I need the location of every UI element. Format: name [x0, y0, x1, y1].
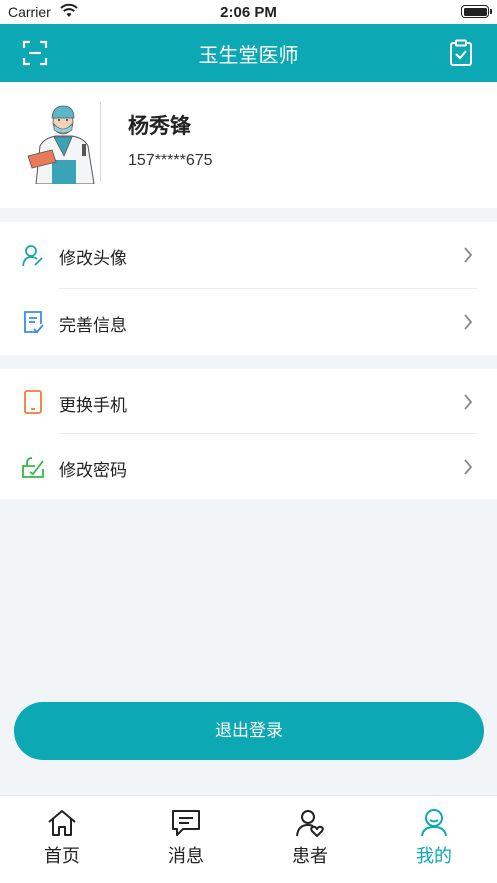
chevron-right-icon [464, 314, 473, 330]
chevron-right-icon [464, 394, 473, 410]
tab-label: 消息 [168, 846, 204, 867]
clock: 2:06 PM [220, 4, 277, 21]
user-edit-icon [22, 245, 43, 267]
menu-label: 修改头像 [59, 249, 127, 269]
tab-label: 首页 [44, 846, 80, 867]
profile-card[interactable]: 杨秀锋 157*****675 [0, 82, 497, 208]
menu-item-change-avatar[interactable]: 修改头像 [0, 222, 497, 288]
tab-bar: 首页 消息 患者 我的 [0, 795, 497, 883]
page-title: 玉生堂医师 [198, 43, 299, 67]
message-icon [172, 810, 200, 836]
patient-icon [296, 810, 324, 837]
menu-item-change-phone[interactable]: 更换手机 [0, 369, 497, 435]
document-check-icon [24, 311, 44, 334]
doctor-name: 杨秀锋 [128, 114, 191, 138]
tab-patients[interactable]: 患者 [265, 808, 355, 868]
battery-icon [461, 5, 492, 18]
tab-home[interactable]: 首页 [17, 808, 107, 868]
doctor-phone: 157*****675 [128, 152, 213, 169]
tab-label: 患者 [292, 846, 328, 867]
clipboard-check-icon[interactable] [449, 39, 473, 67]
tab-messages[interactable]: 消息 [141, 808, 231, 868]
status-bar: Carrier 2:06 PM [0, 0, 497, 24]
home-icon [48, 810, 76, 836]
tab-label: 我的 [416, 846, 452, 867]
nav-bar: 玉生堂医师 [0, 24, 497, 82]
menu-label: 修改密码 [59, 461, 127, 481]
lock-edit-icon [22, 457, 44, 478]
menu-item-change-password[interactable]: 修改密码 [0, 434, 497, 500]
menu-group-profile: 修改头像 完善信息 [0, 222, 497, 355]
logout-button[interactable]: 退出登录 [14, 702, 484, 760]
phone-icon [24, 390, 42, 414]
me-icon [421, 809, 447, 837]
menu-item-complete-info[interactable]: 完善信息 [0, 289, 497, 355]
chevron-right-icon [464, 459, 473, 475]
chevron-right-icon [464, 247, 473, 263]
menu-label: 更换手机 [59, 396, 127, 416]
tab-me[interactable]: 我的 [389, 808, 479, 868]
menu-label: 完善信息 [59, 316, 127, 336]
doctor-avatar[interactable] [22, 100, 100, 184]
avatar-divider [100, 102, 101, 182]
menu-group-security: 更换手机 修改密码 [0, 369, 497, 499]
